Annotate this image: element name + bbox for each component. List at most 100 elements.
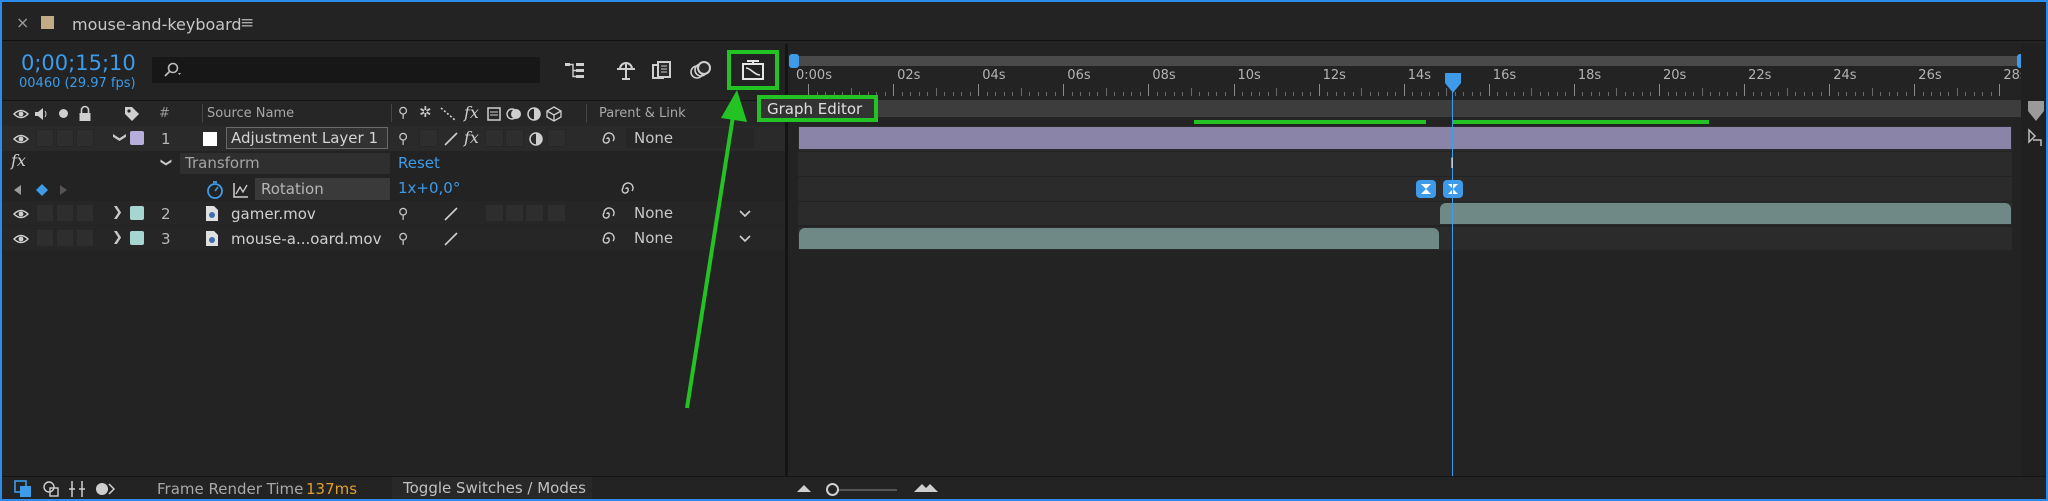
layer-1-solo-toggle[interactable]	[56, 129, 74, 147]
layer-1-pick-whip-icon[interactable]	[599, 130, 617, 148]
draft-3d-icon[interactable]	[613, 60, 639, 82]
layer-1-visibility-eye-icon[interactable]	[13, 133, 29, 145]
render-time-pane-icon[interactable]	[94, 480, 116, 498]
layer-1-frame-blend-switch[interactable]	[485, 129, 504, 147]
layer-2-expand-chevron-icon[interactable]: ❯	[112, 206, 123, 219]
rotation-property[interactable]: Rotation	[255, 178, 390, 200]
ruler-minor-tick	[1029, 92, 1031, 96]
layer-2-frame-blend-switch[interactable]	[485, 204, 504, 222]
layer-2-audio-toggle[interactable]	[36, 204, 54, 222]
layer-switches-pane-icon[interactable]	[14, 480, 32, 498]
in-out-pane-icon[interactable]	[68, 480, 86, 498]
graph-toggle-icon[interactable]	[232, 181, 250, 199]
layer-2-label-color[interactable]	[130, 206, 144, 220]
transform-collapse-chevron-icon[interactable]: ❯	[160, 158, 173, 167]
transfer-controls-pane-icon[interactable]	[42, 480, 60, 498]
layer-3-footage-icon	[206, 231, 218, 246]
work-area-bar[interactable]	[788, 100, 2021, 117]
adjustment-layer-bar[interactable]	[799, 127, 2011, 149]
ruler-tick-label: 04s	[982, 68, 1006, 83]
add-keyframe-icon[interactable]	[35, 183, 49, 197]
layer-3-lock-toggle[interactable]	[76, 229, 94, 247]
next-keyframe-icon[interactable]	[59, 184, 69, 196]
toggle-switches-modes-button[interactable]: Toggle Switches / Modes	[392, 477, 592, 499]
layer-3-audio-toggle[interactable]	[36, 229, 54, 247]
comp-mini-flowchart-icon[interactable]	[562, 60, 588, 82]
current-time-display[interactable]: 0;00;15;10	[21, 51, 136, 75]
layer-2-solo-toggle[interactable]	[56, 204, 74, 222]
layer-2-motion-blur-switch[interactable]	[505, 204, 524, 222]
ruler-tick	[1403, 84, 1405, 96]
render-cache-indicator-1	[1194, 120, 1426, 124]
source-name-column-header[interactable]: Source Name	[207, 106, 294, 121]
mouse-keyboard-layer-bar[interactable]	[799, 228, 1439, 249]
layer-1-3d-switch[interactable]	[547, 129, 566, 147]
ruler-tick	[1318, 84, 1320, 96]
ruler-minor-tick	[1727, 92, 1729, 96]
rotation-keyframe-1[interactable]	[1415, 179, 1437, 199]
current-time-indicator-head[interactable]	[1444, 72, 1462, 96]
layer-1-adjustment-switch-icon[interactable]	[528, 131, 544, 147]
graph-editor-icon[interactable]	[740, 58, 766, 82]
work-area-end-marker[interactable]	[2027, 100, 2045, 122]
ruler-minor-tick	[918, 92, 920, 96]
layer-2-pick-whip-icon[interactable]	[599, 205, 617, 223]
layer-1-name-field[interactable]: Adjustment Layer 1	[226, 127, 388, 149]
time-ruler[interactable]: 0:00s 02s 04s 06s 08s 10s 12s 14s 16s 18s 20s 22s 24…	[796, 68, 2027, 98]
gamer-layer-bar[interactable]	[1440, 203, 2011, 224]
ruler-tick-label: 12s	[1322, 68, 1346, 83]
ruler-minor-tick	[1139, 92, 1141, 96]
zoom-in-icon[interactable]	[912, 480, 940, 494]
close-tab-button[interactable]: ×	[16, 13, 29, 32]
ruler-tick	[1233, 84, 1235, 96]
layer-1-motion-blur-switch[interactable]	[505, 129, 524, 147]
layer-3-visibility-eye-icon[interactable]	[13, 233, 29, 245]
ruler-tick	[1148, 84, 1150, 96]
layer-2-visibility-eye-icon[interactable]	[13, 208, 29, 220]
layer-2-shy-switch-icon[interactable]: ⚲	[398, 207, 408, 221]
layer-3-shy-switch-icon[interactable]: ⚲	[398, 232, 408, 246]
ruler-minor-tick	[901, 92, 903, 96]
layer-1-label-color[interactable]	[130, 131, 144, 145]
layer-3-expand-chevron-icon[interactable]: ❯	[112, 231, 123, 244]
time-navigator[interactable]	[789, 54, 2027, 68]
layer-3-pick-whip-icon[interactable]	[599, 230, 617, 248]
layer-2-adjustment-switch[interactable]	[525, 204, 544, 222]
rotation-value[interactable]: 1x+0,0°	[398, 179, 460, 197]
layer-1-lock-toggle[interactable]	[76, 129, 94, 147]
transform-group[interactable]: Transform	[180, 153, 390, 174]
rotation-keyframe-2[interactable]	[1442, 179, 1464, 199]
search-input[interactable]	[152, 57, 540, 83]
navigator-start-handle[interactable]	[789, 54, 799, 68]
ruler-minor-tick	[1173, 92, 1175, 96]
ruler-minor-tick	[1199, 92, 1201, 96]
layer-2-lock-toggle[interactable]	[76, 204, 94, 222]
motion-blur-icon[interactable]	[688, 59, 712, 83]
transform-reset-link[interactable]: Reset	[398, 154, 440, 172]
layer-1-effect-switch-icon[interactable]: fx	[464, 128, 479, 147]
rotation-pick-whip-icon[interactable]	[618, 180, 636, 198]
panel-menu-icon[interactable]: ≡	[240, 13, 254, 33]
layer-1-collapse-chevron-icon[interactable]: ❯	[112, 132, 127, 143]
layer-1-shy-switch-icon[interactable]: ⚲	[398, 132, 408, 146]
previous-keyframe-icon[interactable]	[12, 184, 22, 196]
layer-2-name[interactable]: gamer.mov	[231, 205, 316, 223]
frame-blending-icon[interactable]	[650, 59, 674, 83]
zoom-slider-thumb[interactable]	[826, 483, 839, 496]
layer-1-audio-toggle[interactable]	[36, 129, 54, 147]
ruler-minor-tick	[1965, 92, 1967, 96]
layer-2-3d-switch[interactable]	[547, 204, 566, 222]
layer-3-label-color[interactable]	[130, 231, 144, 245]
layer-2-quality-switch-icon[interactable]	[442, 205, 460, 223]
composition-tab-title[interactable]: mouse-and-keyboard	[72, 15, 242, 34]
stopwatch-icon[interactable]	[206, 180, 224, 200]
layer-1-quality-switch-icon[interactable]	[442, 130, 460, 148]
ruler-minor-tick	[1267, 92, 1269, 96]
layer-3-solo-toggle[interactable]	[56, 229, 74, 247]
comp-marker-bin-icon[interactable]	[2025, 128, 2045, 148]
layer-3-name[interactable]: mouse-a...oard.mov	[231, 230, 381, 248]
layer-3-quality-switch-icon[interactable]	[442, 230, 460, 248]
zoom-out-icon[interactable]	[794, 482, 814, 494]
ruler-minor-tick	[1897, 92, 1899, 96]
layer-1-collapse-switch[interactable]	[419, 129, 438, 147]
